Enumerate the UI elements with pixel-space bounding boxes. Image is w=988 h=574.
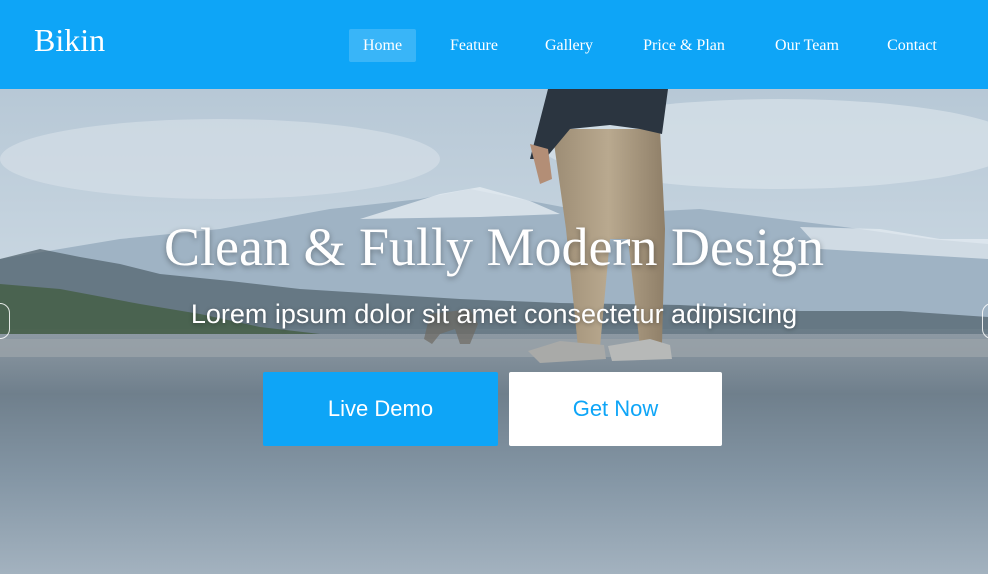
nav-item-our-team[interactable]: Our Team: [762, 29, 852, 62]
get-now-button[interactable]: Get Now: [509, 372, 722, 446]
nav-item-home[interactable]: Home: [349, 29, 416, 62]
nav-item-price-plan[interactable]: Price & Plan: [628, 29, 740, 62]
nav-item-contact[interactable]: Contact: [875, 29, 949, 62]
main-nav: Home Feature Gallery Price & Plan Our Te…: [0, 29, 988, 62]
site-header: Bikin Home Feature Gallery Price & Plan …: [0, 0, 988, 89]
hero-subtitle: Lorem ipsum dolor sit amet consectetur a…: [190, 299, 798, 329]
nav-item-gallery[interactable]: Gallery: [532, 29, 606, 62]
live-demo-button[interactable]: Live Demo: [263, 372, 498, 446]
nav-item-feature[interactable]: Feature: [438, 29, 510, 62]
hero-title: Clean & Fully Modern Design: [164, 217, 824, 277]
hero-section: Clean & Fully Modern Design Lorem ipsum …: [0, 89, 988, 574]
hero-background-image: [0, 89, 988, 574]
